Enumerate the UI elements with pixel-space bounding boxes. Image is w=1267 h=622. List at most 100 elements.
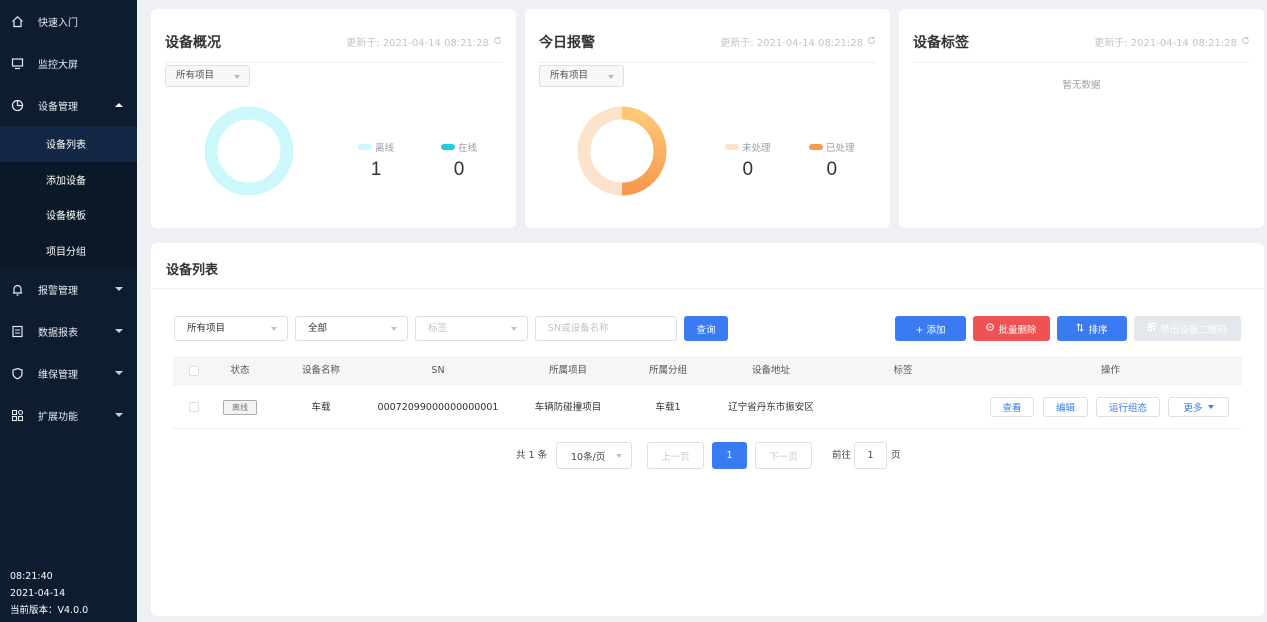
- sidebar-item-quickstart[interactable]: 快速入门: [0, 0, 137, 42]
- divider: [151, 288, 1264, 289]
- card-title: 设备概况: [165, 35, 221, 51]
- chevron-down-icon: [115, 371, 123, 375]
- select-value: 所有项目: [176, 70, 215, 81]
- current-time: 08:21:40: [10, 571, 53, 582]
- sidebar-item-label: 维保管理: [38, 369, 78, 381]
- run-config-button[interactable]: 运行组态: [1096, 397, 1160, 417]
- project-select[interactable]: 所有项目: [165, 65, 250, 87]
- pie-icon: [10, 98, 24, 112]
- search-input[interactable]: SN或设备名称: [535, 316, 677, 341]
- delete-circle-icon: [986, 323, 995, 334]
- goto-suffix: 页: [891, 450, 901, 461]
- add-button[interactable]: + 添加: [895, 316, 966, 341]
- sidebar-subitem-device-list[interactable]: 设备列表: [0, 126, 137, 162]
- sidebar-item-label: 扩展功能: [38, 411, 78, 423]
- empty-text: 暂无数据: [1062, 80, 1101, 91]
- chevron-down-icon: [115, 329, 123, 333]
- select-all-checkbox[interactable]: [189, 366, 199, 376]
- sidebar-item-maintenance[interactable]: 维保管理: [0, 352, 137, 394]
- legend-label: 在线: [458, 143, 478, 154]
- qrcode-icon: [1148, 323, 1157, 334]
- button-label: 批量删除: [998, 324, 1037, 336]
- project-filter-select[interactable]: 所有项目: [174, 316, 288, 341]
- updated-time: 更新于: 2021-04-14 08:21:28: [346, 34, 502, 49]
- button-label: 查询: [696, 324, 716, 336]
- column-header: SN: [431, 365, 445, 376]
- button-label: 更多: [1183, 403, 1203, 414]
- sidebar-item-alarm-mgmt[interactable]: 报警管理: [0, 268, 137, 310]
- legend-swatch: [358, 144, 372, 150]
- button-label: + 添加: [915, 324, 946, 336]
- edit-button[interactable]: 编辑: [1043, 397, 1088, 417]
- page-number: 1: [726, 450, 733, 461]
- sidebar-subitem-project-group[interactable]: 项目分组: [0, 232, 137, 268]
- legend-swatch: [809, 144, 823, 150]
- button-label: 下一页: [769, 451, 798, 463]
- card-title: 设备标签: [913, 35, 969, 51]
- row-checkbox[interactable]: [189, 402, 199, 412]
- refresh-icon[interactable]: [1241, 36, 1250, 48]
- shield-icon: [10, 366, 24, 380]
- current-date: 2021-04-14: [10, 588, 66, 599]
- apps-icon: [10, 408, 24, 422]
- sidebar-item-device-mgmt[interactable]: 设备管理: [0, 84, 137, 126]
- prev-page-button[interactable]: 上一页: [647, 442, 704, 469]
- caret-down-icon: [271, 327, 277, 331]
- sidebar-item-label: 设备管理: [38, 101, 78, 113]
- legend-value: 0: [742, 159, 754, 180]
- refresh-icon[interactable]: [867, 36, 876, 48]
- status-filter-select[interactable]: 全部: [295, 316, 408, 341]
- legend-swatch: [725, 144, 739, 150]
- sidebar-subitem-label: 设备列表: [46, 140, 86, 152]
- more-dropdown-button[interactable]: 更多: [1168, 397, 1229, 417]
- monitor-icon: [10, 56, 24, 70]
- select-value: 所有项目: [550, 70, 589, 81]
- legend-value: 1: [370, 159, 382, 180]
- status-cell: 离线: [218, 386, 262, 429]
- button-label: 查看: [1002, 403, 1022, 414]
- sidebar-subitem-label: 添加设备: [46, 175, 86, 187]
- sidebar: 快速入门 监控大屏 设备管理 设备列表 添加设备 设备模板 项目分组 报警管理 …: [0, 0, 137, 622]
- page-1-button[interactable]: 1: [712, 442, 747, 469]
- total-count: 共 1 条: [516, 450, 548, 461]
- goto-page-input[interactable]: 1: [854, 442, 887, 469]
- legend-label: 离线: [375, 143, 395, 154]
- batch-delete-button[interactable]: 批量删除: [973, 316, 1050, 341]
- select-value: 10条/页: [571, 451, 606, 463]
- sidebar-subitem-add-device[interactable]: 添加设备: [0, 161, 137, 197]
- refresh-icon[interactable]: [493, 36, 502, 48]
- panel-title: 设备列表: [166, 263, 219, 278]
- updated-time: 更新于: 2021-04-14 08:21:28: [720, 34, 876, 49]
- donut-segment-handled: [621, 106, 667, 196]
- legend-swatch: [441, 144, 455, 150]
- sidebar-subitem-label: 项目分组: [46, 246, 86, 258]
- sidebar-item-extensions[interactable]: 扩展功能: [0, 394, 137, 436]
- page-size-select[interactable]: 10条/页: [556, 442, 632, 469]
- report-icon: [10, 324, 24, 338]
- bell-icon: [10, 282, 24, 296]
- group-cell: 车载1: [655, 402, 681, 413]
- updated-text: 更新于: 2021-04-14 08:21:28: [1094, 38, 1237, 49]
- view-button[interactable]: 查看: [990, 397, 1034, 417]
- alarm-card: 今日报警 更新于: 2021-04-14 08:21:28 所有项目 未处理 0…: [525, 9, 890, 228]
- column-header: 所属项目: [548, 365, 587, 376]
- next-page-button[interactable]: 下一页: [755, 442, 812, 469]
- caret-down-icon: [391, 327, 397, 331]
- legend-value: 0: [453, 159, 465, 180]
- sidebar-subitem-device-template[interactable]: 设备模板: [0, 197, 137, 233]
- tag-cell: [873, 386, 933, 429]
- project-select[interactable]: 所有项目: [539, 65, 624, 87]
- sort-button[interactable]: 排序: [1057, 316, 1127, 341]
- sidebar-item-label: 报警管理: [38, 285, 78, 297]
- device-name-cell: 车载: [311, 402, 331, 413]
- export-qrcode-button[interactable]: 导出设备二维码: [1134, 316, 1241, 341]
- sidebar-item-reports[interactable]: 数据报表: [0, 310, 137, 352]
- legend-offline: 离线 1: [358, 140, 394, 181]
- query-button[interactable]: 查询: [684, 316, 728, 341]
- column-header: 所属分组: [648, 365, 687, 376]
- caret-down-icon: [234, 75, 240, 79]
- sidebar-item-monitor[interactable]: 监控大屏: [0, 42, 137, 84]
- input-value: 1: [867, 450, 874, 461]
- tag-filter-select[interactable]: 标签: [415, 316, 528, 341]
- button-label: 运行组态: [1108, 403, 1147, 414]
